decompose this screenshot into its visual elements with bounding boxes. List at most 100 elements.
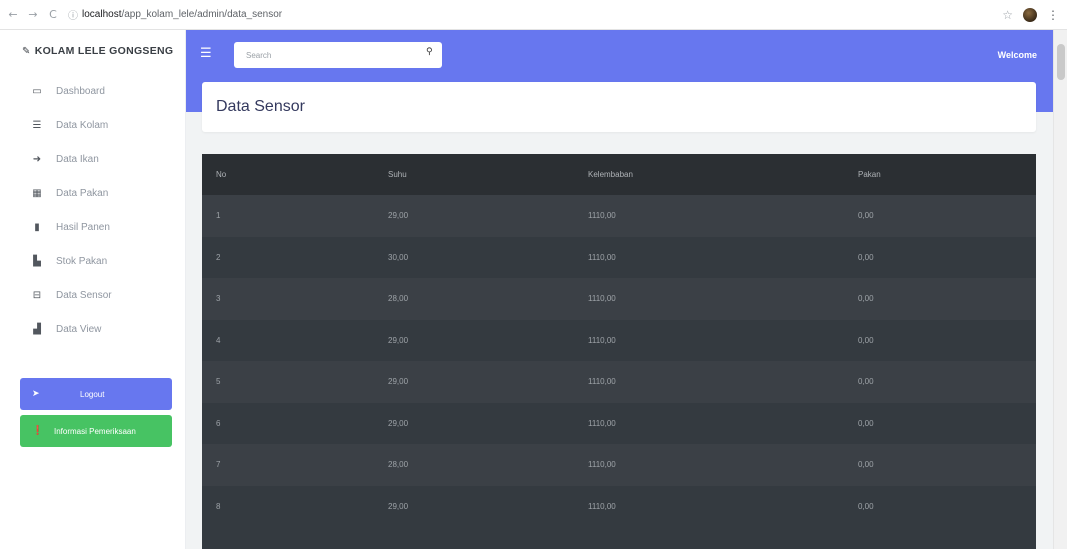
table-row: 4 29,00 1110,00 0,00 <box>202 319 1036 361</box>
back-icon[interactable]: ← <box>6 8 20 22</box>
page-scrollbar[interactable] <box>1053 30 1067 549</box>
url-host: localhost <box>82 9 122 20</box>
table-row: 5 29,00 1110,00 0,00 <box>202 361 1036 403</box>
table-row: 1 29,00 1110,00 0,00 <box>202 195 1036 237</box>
cell-no: 5 <box>216 377 221 387</box>
cell-suhu: 30,00 <box>388 252 409 262</box>
url-path: /app_kolam_lele/admin/data_sensor <box>121 9 283 20</box>
sidebar-item-label: Hasil Panen <box>56 221 110 233</box>
cell-no: 8 <box>216 501 221 511</box>
page-title: Data Sensor <box>216 98 305 115</box>
cell-suhu: 28,00 <box>388 460 409 470</box>
fish-icon: ✎ <box>22 45 31 57</box>
cell-no: 3 <box>216 294 221 304</box>
cell-pakan: 0,00 <box>858 335 874 345</box>
search-icon[interactable]: ⚲ <box>426 47 433 57</box>
cell-pakan: 0,00 <box>858 418 874 428</box>
profile-avatar[interactable] <box>1023 7 1037 22</box>
sidebar-item-data-ikan[interactable]: ➜ Data Ikan <box>0 142 185 176</box>
sidebar-item-data-sensor[interactable]: ⊟ Data Sensor <box>0 278 185 312</box>
cell-suhu: 28,00 <box>388 294 409 304</box>
cell-pakan: 0,00 <box>858 252 874 262</box>
sidebar-item-hasil-panen[interactable]: ▮ Hasil Panen <box>0 210 185 244</box>
cell-pakan: 0,00 <box>858 294 874 304</box>
rocket-icon: ➤ <box>32 389 40 399</box>
address-bar[interactable]: ⓘ localhost /app_kolam_lele/admin/data_s… <box>68 7 282 22</box>
reload-icon[interactable]: C <box>46 8 60 22</box>
cell-suhu: 29,00 <box>388 377 409 387</box>
list-icon: ☰ <box>32 119 42 131</box>
sidebar-item-label: Dashboard <box>56 85 105 97</box>
cell-no: 4 <box>216 335 221 345</box>
table-row: 3 28,00 1110,00 0,00 <box>202 278 1036 320</box>
sidebar-item-label: Data View <box>56 323 102 335</box>
table-row: 7 28,00 1110,00 0,00 <box>202 444 1036 486</box>
chart-icon: ▟ <box>33 323 41 335</box>
info-icon[interactable]: ⓘ <box>68 7 78 22</box>
column-header-suhu[interactable]: Suhu <box>374 154 574 195</box>
stock-icon: ▙ <box>33 255 41 267</box>
sidebar-item-dashboard[interactable]: ▭ Dashboard <box>0 74 185 108</box>
cell-kelembaban: 1110,00 <box>588 501 616 511</box>
scrollbar-thumb[interactable] <box>1057 44 1065 80</box>
browser-toolbar: ← → C ⓘ localhost /app_kolam_lele/admin/… <box>0 0 1067 30</box>
cell-pakan: 0,00 <box>858 377 874 387</box>
cell-kelembaban: 1110,00 <box>588 294 616 304</box>
column-header-no[interactable]: No <box>202 154 374 195</box>
cell-kelembaban: 1110,00 <box>588 418 616 428</box>
monitor-icon: ▭ <box>32 85 42 97</box>
main-content: ☰ ⚲ Welcome Data Sensor No Suhu Kelembab… <box>186 30 1067 549</box>
hamburger-menu-icon[interactable]: ☰ <box>200 46 212 61</box>
fish-icon: ➜ <box>32 153 42 165</box>
sensor-table-card: No Suhu Kelembaban Pakan 1 29,00 1110,00 0,… <box>202 154 1036 549</box>
cell-kelembaban: 1110,00 <box>588 377 616 387</box>
cell-suhu: 29,00 <box>388 418 409 428</box>
cell-kelembaban: 1110,00 <box>588 211 616 221</box>
column-header-kelembaban[interactable]: Kelembaban <box>574 154 844 195</box>
sensor-table: No Suhu Kelembaban Pakan 1 29,00 1110,00 0,… <box>202 154 1036 527</box>
sidebar-item-label: Stok Pakan <box>56 255 108 267</box>
cell-kelembaban: 1110,00 <box>588 252 616 262</box>
sensor-icon: ⊟ <box>32 289 42 301</box>
bookmark-star-icon[interactable]: ☆ <box>1002 8 1013 22</box>
sidebar-item-label: Data Pakan <box>56 187 109 199</box>
cell-suhu: 29,00 <box>388 501 409 511</box>
sidebar-item-label: Data Ikan <box>56 153 99 165</box>
sidebar-item-label: Data Kolam <box>56 119 109 131</box>
logout-button[interactable]: ➤ Logout <box>20 378 172 410</box>
box-icon: ▦ <box>32 187 42 199</box>
sidebar-item-stok-pakan[interactable]: ▙ Stok Pakan <box>0 244 185 278</box>
cell-kelembaban: 1110,00 <box>588 460 616 470</box>
cell-no: 2 <box>216 252 221 262</box>
table-row: 8 29,00 1110,00 0,00 <box>202 485 1036 527</box>
browser-menu-icon[interactable]: ⋮ <box>1047 8 1059 22</box>
harvest-icon: ▮ <box>34 221 40 233</box>
sidebar: ✎ KOLAM LELE GONGSENG ▭ Dashboard ☰ Data K… <box>0 30 186 549</box>
info-icon: ❗ <box>32 426 44 436</box>
table-header-row: No Suhu Kelembaban Pakan <box>202 154 1036 195</box>
cell-suhu: 29,00 <box>388 211 409 221</box>
forward-icon[interactable]: → <box>26 8 40 22</box>
sidebar-item-data-pakan[interactable]: ▦ Data Pakan <box>0 176 185 210</box>
logout-label: Logout <box>80 389 105 399</box>
cell-no: 1 <box>216 211 221 221</box>
welcome-user[interactable]: Welcome <box>998 50 1037 60</box>
cell-suhu: 29,00 <box>388 335 409 345</box>
search-input[interactable] <box>234 42 442 68</box>
cell-no: 6 <box>216 418 221 428</box>
cell-pakan: 0,00 <box>858 460 874 470</box>
brand[interactable]: ✎ KOLAM LELE GONGSENG <box>0 30 185 72</box>
table-row: 2 30,00 1110,00 0,00 <box>202 236 1036 278</box>
page-title-card: Data Sensor <box>202 82 1036 132</box>
column-header-pakan[interactable]: Pakan <box>844 154 1036 195</box>
table-row: 6 29,00 1110,00 0,00 <box>202 402 1036 444</box>
sidebar-item-data-view[interactable]: ▟ Data View <box>0 312 185 346</box>
cell-kelembaban: 1110,00 <box>588 335 616 345</box>
cell-no: 7 <box>216 460 221 470</box>
informasi-label: Informasi Pemeriksaan <box>54 426 136 436</box>
cell-pakan: 0,00 <box>858 501 874 511</box>
informasi-button[interactable]: ❗ Informasi Pemeriksaan <box>20 415 172 447</box>
app-shell: ✎ KOLAM LELE GONGSENG ▭ Dashboard ☰ Data K… <box>0 30 1067 549</box>
sidebar-item-data-kolam[interactable]: ☰ Data Kolam <box>0 108 185 142</box>
sidebar-menu: ▭ Dashboard ☰ Data Kolam ➜ Data Ikan ▦ Data … <box>0 72 185 346</box>
